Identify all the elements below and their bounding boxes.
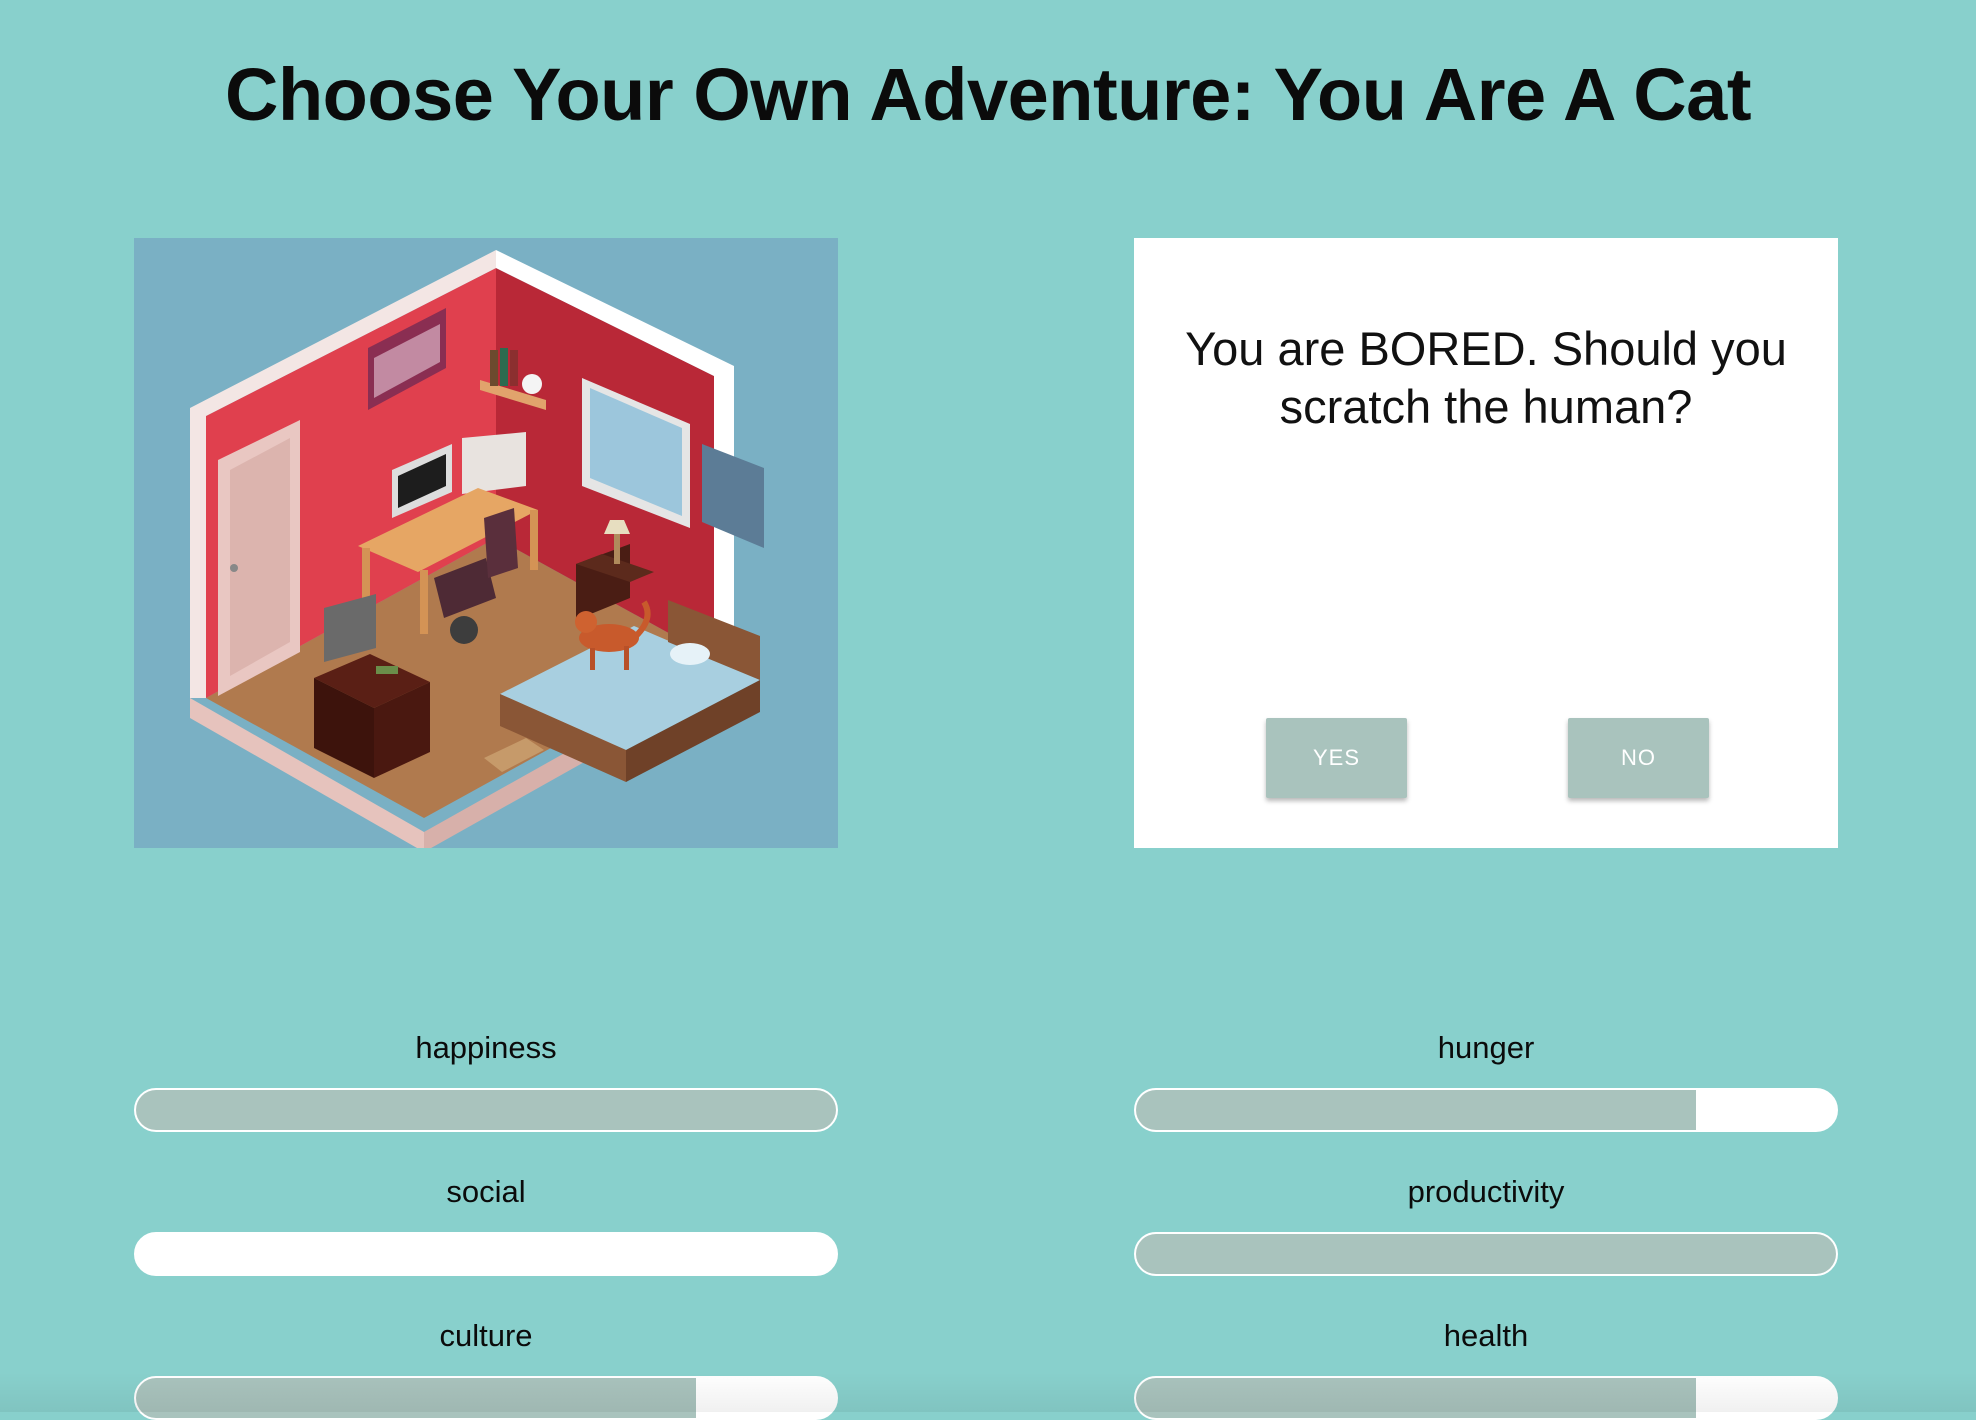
page-title: Choose Your Own Adventure: You Are A Cat xyxy=(225,53,1751,136)
stat-culture: culture xyxy=(134,1316,838,1420)
stat-social: social xyxy=(134,1172,838,1276)
hunger-progress-bar xyxy=(1134,1088,1838,1132)
stat-label: health xyxy=(1443,1318,1529,1353)
stat-label: happiness xyxy=(415,1030,557,1065)
yes-button[interactable]: YES xyxy=(1266,718,1407,798)
stat-happiness: happiness xyxy=(134,1028,838,1132)
happiness-progress-bar xyxy=(134,1088,838,1132)
progress-fill xyxy=(136,1090,836,1130)
health-progress-bar xyxy=(1134,1376,1838,1420)
room-scene-image xyxy=(134,238,838,848)
stat-label: social xyxy=(446,1174,526,1209)
productivity-progress-bar xyxy=(1134,1232,1838,1276)
question-card: You are BORED. Should you scratch the hu… xyxy=(1134,238,1838,848)
stat-label: productivity xyxy=(1407,1174,1565,1209)
social-progress-bar xyxy=(134,1232,838,1276)
stat-label: culture xyxy=(439,1318,533,1353)
question-text: You are BORED. Should you scratch the hu… xyxy=(1185,322,1787,433)
progress-fill xyxy=(1136,1378,1696,1418)
progress-fill xyxy=(1136,1090,1696,1130)
progress-fill xyxy=(136,1378,696,1418)
stat-productivity: productivity xyxy=(1134,1172,1838,1276)
culture-progress-bar xyxy=(134,1376,838,1420)
stat-health: health xyxy=(1134,1316,1838,1420)
stat-label: hunger xyxy=(1437,1030,1535,1065)
progress-fill xyxy=(1136,1234,1836,1274)
stat-hunger: hunger xyxy=(1134,1028,1838,1132)
no-button[interactable]: NO xyxy=(1568,718,1709,798)
